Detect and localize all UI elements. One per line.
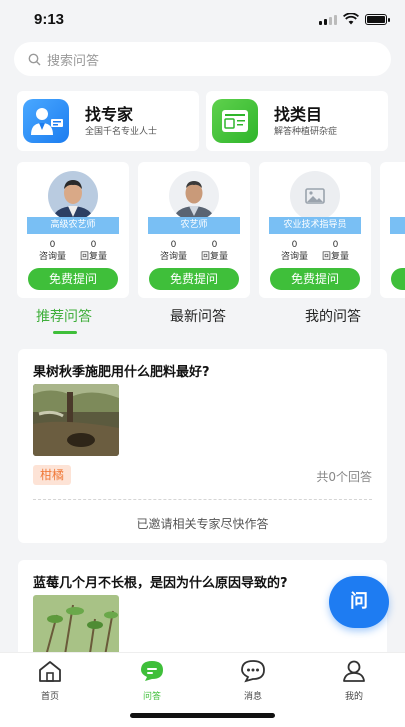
expert-stats: 0 咨询量 0 回复量 <box>259 239 371 263</box>
reply-label: 回复量 <box>201 252 229 262</box>
expert-card[interactable]: 农艺师 0 咨询量 0 回复量 免费提问 <box>138 162 250 298</box>
find-expert-subtitle: 全国千名专业人士 <box>85 127 158 137</box>
free-ask-button[interactable]: 免费提问 <box>270 268 360 290</box>
find-category-title: 找类目 <box>274 105 323 124</box>
qa-tabs: 推荐问答 最新问答 我的问答 <box>0 306 405 334</box>
free-ask-button[interactable]: 免费提问 <box>149 268 239 290</box>
expert-role: 农艺师 <box>148 217 240 234</box>
search-placeholder: 搜索问答 <box>47 53 100 69</box>
chat-icon <box>141 661 163 681</box>
expert-card-partial[interactable] <box>380 162 405 298</box>
free-ask-button[interactable]: 免费提问 <box>28 268 118 290</box>
question-card[interactable]: 果树秋季施肥用什么肥料最好? 柑橘 共0个回答 已邀请相关专家尽快作答 <box>18 349 387 543</box>
question-title: 蓝莓几个月不长根，是因为什么原因导致的? <box>33 576 288 591</box>
answer-count: 共0个回答 <box>316 470 372 484</box>
invited-text: 已邀请相关专家尽快作答 <box>136 517 269 531</box>
reply-count: 0 <box>211 240 218 250</box>
nav-qa[interactable]: 问答 <box>122 659 182 702</box>
status-bar: 9:13 <box>0 0 405 40</box>
consult-count: 0 <box>291 240 298 250</box>
reply-label: 回复量 <box>322 252 350 262</box>
tab-recommended[interactable]: 推荐问答 <box>36 306 92 326</box>
expert-role: 农业技术指导员 <box>269 217 361 234</box>
nav-home-label: 首页 <box>40 692 59 702</box>
expert-stats: 0 咨询量 0 回复量 <box>138 239 250 263</box>
signal-icon <box>319 14 337 25</box>
find-expert-card[interactable]: 找专家 全国千名专业人士 <box>17 91 199 151</box>
home-icon <box>39 661 61 682</box>
tab-latest[interactable]: 最新问答 <box>170 306 226 326</box>
ask-question-fab[interactable]: 问 <box>329 576 389 628</box>
divider <box>33 499 372 500</box>
nav-home[interactable]: 首页 <box>20 659 80 702</box>
find-category-subtitle: 解答种植研杂症 <box>274 127 338 137</box>
home-indicator <box>130 713 275 718</box>
consult-count: 0 <box>49 240 56 250</box>
question-title: 果树秋季施肥用什么肥料最好? <box>33 365 210 380</box>
nav-qa-label: 问答 <box>142 692 161 702</box>
expert-stats: 0 咨询量 0 回复量 <box>17 239 129 263</box>
reply-label: 回复量 <box>80 252 108 262</box>
wifi-icon <box>343 13 359 25</box>
consult-label: 咨询量 <box>38 252 66 262</box>
reply-count: 0 <box>332 240 339 250</box>
find-expert-title: 找专家 <box>85 105 134 124</box>
status-time: 9:13 <box>34 11 65 28</box>
crop-tag: 柑橘 <box>33 465 72 485</box>
expert-icon <box>23 99 69 143</box>
battery-icon <box>365 13 390 25</box>
expert-card[interactable]: 高级农艺师 0 咨询量 0 回复量 免费提问 <box>17 162 129 298</box>
search-icon <box>28 53 41 65</box>
avatar <box>48 171 98 221</box>
user-icon <box>343 660 365 682</box>
category-icon <box>212 99 258 143</box>
question-image <box>33 384 119 456</box>
active-tab-indicator <box>53 331 77 334</box>
nav-profile-label: 我的 <box>344 692 363 702</box>
consult-label: 咨询量 <box>280 252 308 262</box>
avatar <box>169 171 219 221</box>
find-category-card[interactable]: 找类目 解答种植研杂症 <box>206 91 388 151</box>
expert-card[interactable]: 农业技术指导员 0 咨询量 0 回复量 免费提问 <box>259 162 371 298</box>
expert-role: 高级农艺师 <box>27 217 119 234</box>
message-icon <box>241 660 265 683</box>
nav-profile[interactable]: 我的 <box>324 659 384 702</box>
consult-label: 咨询量 <box>159 252 187 262</box>
search-bar[interactable]: 搜索问答 <box>14 42 391 76</box>
reply-count: 0 <box>90 240 97 250</box>
nav-messages-label: 消息 <box>243 692 262 702</box>
tab-mine[interactable]: 我的问答 <box>305 306 361 326</box>
status-icons <box>319 13 390 25</box>
consult-count: 0 <box>170 240 177 250</box>
nav-messages[interactable]: 消息 <box>223 659 283 702</box>
image-placeholder-icon <box>290 171 340 221</box>
